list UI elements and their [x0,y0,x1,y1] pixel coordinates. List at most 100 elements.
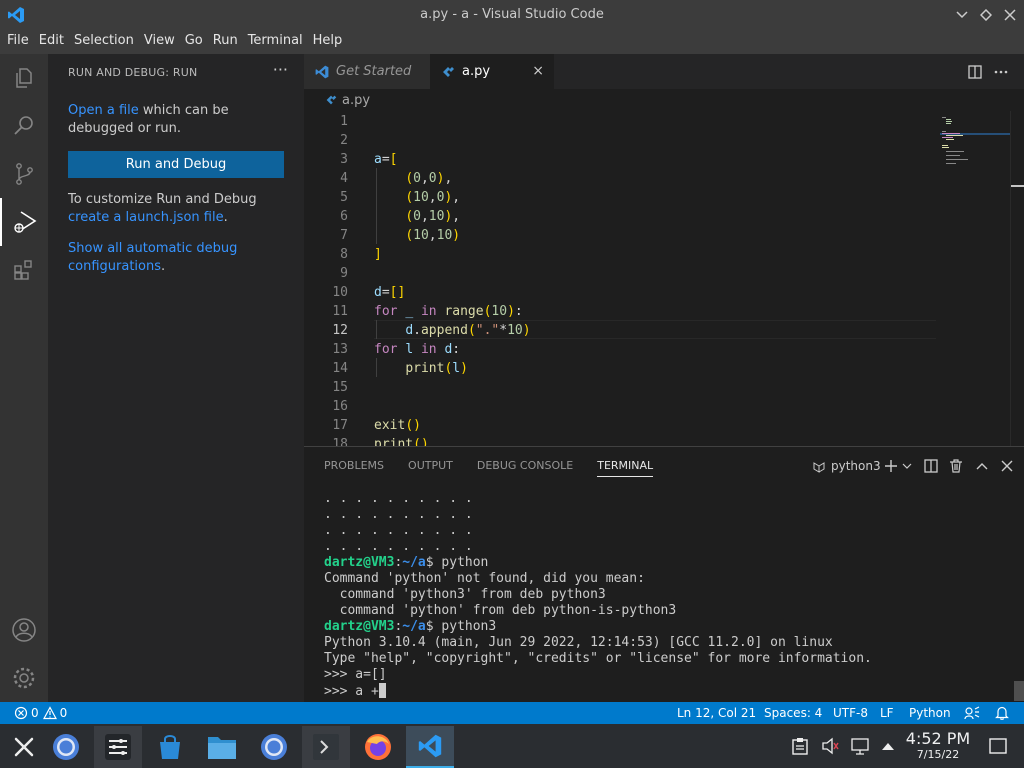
more-actions-button[interactable]: ··· [273,60,288,79]
terminal-line: . . . . . . . . . . [324,539,473,554]
terminal-line: command 'python3' from deb python3 [324,587,606,602]
close-window-button[interactable] [999,5,1021,25]
clock[interactable]: 4:52 PM 7/15/22 [898,729,978,761]
terminal-line: command 'python' from deb python-is-pyth… [324,603,677,618]
activity-source-control[interactable] [0,150,48,198]
menu-run[interactable]: Run [208,30,243,54]
breadcrumb[interactable]: a.py [304,89,1024,111]
terminal-line: Command 'python' not found, did you mean… [324,571,645,586]
tab-output[interactable]: OUTPUT [408,459,453,477]
settings-sliders-icon [105,734,131,760]
cursor-position[interactable]: Ln 12, Col 21 [677,705,756,721]
taskbar-firefox[interactable] [354,726,402,768]
line-number: 10 [332,285,348,300]
trash-icon [950,459,962,473]
run-and-debug-button[interactable]: Run and Debug [68,151,284,178]
manage-gear-icon [13,667,35,689]
taskbar-file-manager[interactable] [198,726,246,768]
chevron-up-icon [976,463,988,470]
taskbar-konsole[interactable] [302,726,350,768]
code-line: a=[ [374,152,398,167]
tray-clipboard[interactable] [790,736,810,756]
editor-scrollbar[interactable] [1010,111,1024,446]
chevron-down-icon [902,463,912,469]
taskbar-chromium[interactable] [42,726,90,768]
taskbar-discover[interactable] [146,726,194,768]
tray-volume[interactable] [820,736,840,756]
chevron-up-icon [882,743,894,750]
activity-extensions[interactable] [0,246,48,294]
close-tab-button[interactable]: × [532,63,544,79]
activity-search[interactable] [0,102,48,150]
tab-debug-console[interactable]: DEBUG CONSOLE [477,459,573,477]
kill-terminal-button[interactable] [949,457,963,475]
menu-edit[interactable]: Edit [34,30,69,54]
tray-network[interactable] [850,736,870,756]
code-line: exit() [374,418,421,433]
sidebar-header: RUN AND DEBUG: RUN [68,66,198,79]
open-file-link[interactable]: Open a file [68,103,139,118]
new-terminal-button[interactable] [884,457,898,475]
minimize-button[interactable] [951,5,973,25]
terminal-shell-selector[interactable]: python3 [812,457,881,475]
menu-go[interactable]: Go [180,30,208,54]
taskbar-chromium-2[interactable] [250,726,298,768]
create-launch-json-link[interactable]: create a launch.json file [68,210,224,225]
menu-bar: File Edit Selection View Go Run Terminal… [0,30,1024,54]
tab-terminal[interactable]: TERMINAL [597,459,654,477]
code-editor[interactable]: 1 2 3 4 5 6 7 8 9 10 11 12 13 14 15 16 1… [304,111,1024,446]
code-line: print() [374,437,429,446]
run-debug-sidebar: RUN AND DEBUG: RUN ··· Open a file which… [48,54,304,702]
code-line: for _ in range(10): [374,304,523,319]
terminal-line: . . . . . . . . . . [324,491,473,506]
source-control-icon [16,163,33,185]
terminal-dropdown-button[interactable] [902,457,912,475]
taskbar-system-settings[interactable] [94,726,142,768]
terminal-prompt-line: dartz@VM3:~/a$ python3 [324,619,497,634]
line-number: 4 [340,171,348,186]
terminal-scrollbar[interactable] [1014,681,1024,701]
tray-expand[interactable] [878,736,898,756]
menu-selection[interactable]: Selection [69,30,139,54]
problems-status[interactable]: 0 0 [14,705,67,721]
tab-a-py[interactable]: a.py × [430,54,554,89]
menu-terminal[interactable]: Terminal [243,30,308,54]
tab-get-started[interactable]: Get Started [304,54,430,89]
plus-icon [885,460,897,472]
end-of-line[interactable]: LF [880,705,894,721]
close-panel-button[interactable] [1001,457,1013,475]
code-line: (0,0), [405,171,453,186]
activity-run-debug[interactable] [0,198,48,246]
menu-file[interactable]: File [2,30,34,54]
maximize-button[interactable] [975,5,997,25]
maximize-panel-button[interactable] [976,457,988,475]
encoding[interactable]: UTF-8 [833,705,868,721]
editor-tabs: Get Started a.py × [304,54,1024,89]
feedback-button[interactable] [964,705,980,721]
extensions-icon [14,260,32,280]
application-launcher[interactable] [0,726,48,768]
activity-explorer[interactable] [0,54,48,102]
warning-icon [42,706,57,720]
activity-manage[interactable] [0,654,48,702]
split-terminal-button[interactable] [924,457,938,475]
activity-accounts[interactable] [0,606,48,654]
more-editor-actions-button[interactable] [992,63,1010,81]
python-file-icon [326,95,337,105]
split-editor-button[interactable] [966,63,984,81]
minimap[interactable] [940,111,1010,446]
terminal-line: >>> a=[] [324,667,387,682]
show-debug-configurations-link[interactable]: Show all automatic debug configurations [68,241,237,274]
terminal-icon [813,462,825,473]
terminal-output[interactable]: . . . . . . . . . .. . . . . . . . . .. … [324,491,1004,700]
panel-tabs: PROBLEMS OUTPUT DEBUG CONSOLE TERMINAL [324,459,677,477]
menu-help[interactable]: Help [308,30,348,54]
language-mode[interactable]: Python [909,705,951,721]
taskbar-vscode[interactable] [406,726,454,768]
menu-view[interactable]: View [139,30,180,54]
line-number: 18 [332,437,348,446]
notifications-button[interactable] [995,705,1009,721]
indentation[interactable]: Spaces: 4 [764,705,822,721]
show-desktop-button[interactable] [988,736,1008,756]
tab-problems[interactable]: PROBLEMS [324,459,384,477]
